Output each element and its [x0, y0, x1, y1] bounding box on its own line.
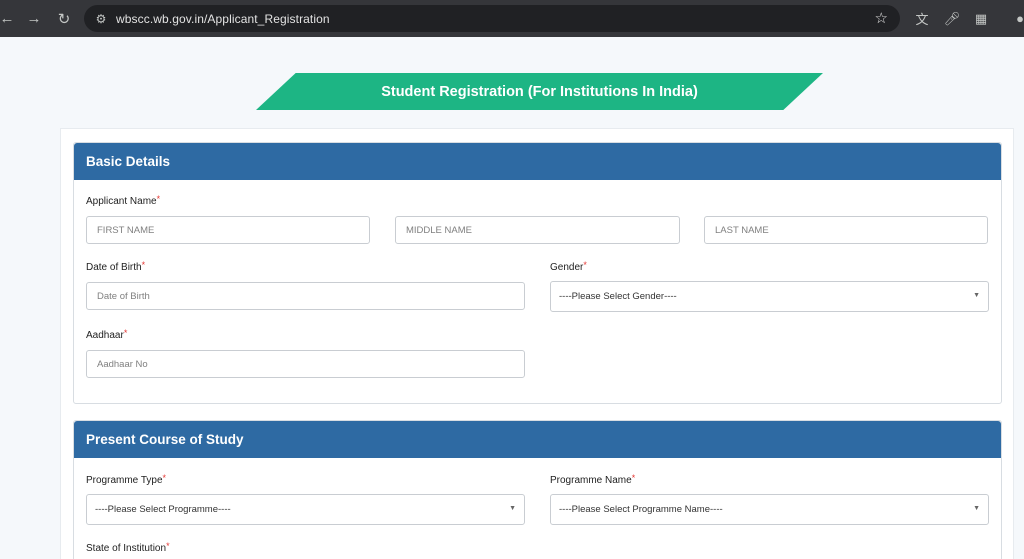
programme-name-select[interactable]: ----Please Select Programme Name---- ▼ [550, 494, 989, 525]
required-marker: * [631, 473, 636, 483]
required-marker: * [166, 541, 170, 551]
basic-details-header: Basic Details [74, 143, 1001, 180]
profile-icon[interactable]: ● [1008, 0, 1024, 37]
site-info-icon[interactable]: ⚙ [90, 12, 112, 26]
forward-arrow-icon[interactable]: → [21, 0, 47, 37]
reload-icon[interactable]: ↻ [51, 0, 77, 37]
extensions-icon[interactable]: ▦ [969, 0, 993, 37]
programme-type-select[interactable]: ----Please Select Programme---- ▼ [86, 494, 525, 525]
gender-select[interactable]: ----Please Select Gender---- ▼ [550, 281, 989, 312]
gender-select-value: ----Please Select Gender---- [559, 291, 677, 302]
url-text[interactable]: wbscc.wb.gov.in/Applicant_Registration [116, 12, 330, 26]
page-title-banner: Student Registration (For Institutions I… [256, 73, 823, 110]
page-title: Student Registration (For Institutions I… [381, 83, 698, 100]
dob-label: Date of Birth* [86, 260, 146, 273]
aadhaar-input[interactable] [86, 350, 525, 378]
chevron-down-icon: ▼ [973, 505, 980, 512]
required-marker: * [123, 328, 128, 338]
translate-icon[interactable]: 文 [910, 0, 934, 37]
required-marker: * [583, 260, 587, 270]
chevron-down-icon: ▼ [973, 292, 980, 299]
required-marker: * [141, 260, 146, 270]
first-name-input[interactable] [86, 216, 370, 244]
programme-type-label: Programme Type* [86, 473, 167, 486]
gender-label: Gender* [550, 260, 587, 273]
section-title: Present Course of Study [86, 432, 244, 447]
browser-toolbar: ← → ↻ ⚙ wbscc.wb.gov.in/Applicant_Regist… [0, 0, 1024, 37]
section-title: Basic Details [86, 154, 171, 169]
course-section: Present Course of Study [73, 420, 1002, 559]
aadhaar-label: Aadhaar* [86, 328, 128, 341]
state-of-institution-label: State of Institution* [86, 541, 170, 554]
bookmark-star-icon[interactable]: ☆ [875, 9, 888, 27]
applicant-name-label: Applicant Name* [86, 194, 161, 207]
dob-input[interactable] [86, 282, 525, 310]
back-arrow-icon[interactable]: ← [0, 0, 20, 37]
required-marker: * [156, 194, 161, 204]
last-name-input[interactable] [704, 216, 988, 244]
programme-name-label: Programme Name* [550, 473, 636, 486]
course-header: Present Course of Study [74, 421, 1001, 458]
chevron-down-icon: ▼ [509, 505, 516, 512]
programme-name-select-value: ----Please Select Programme Name---- [559, 504, 723, 515]
middle-name-input[interactable] [395, 216, 680, 244]
address-bar[interactable]: ⚙ wbscc.wb.gov.in/Applicant_Registration… [84, 5, 900, 32]
programme-type-select-value: ----Please Select Programme---- [95, 504, 231, 515]
microphone-icon[interactable]: 🎤︎ [940, 0, 964, 37]
required-marker: * [162, 473, 167, 483]
